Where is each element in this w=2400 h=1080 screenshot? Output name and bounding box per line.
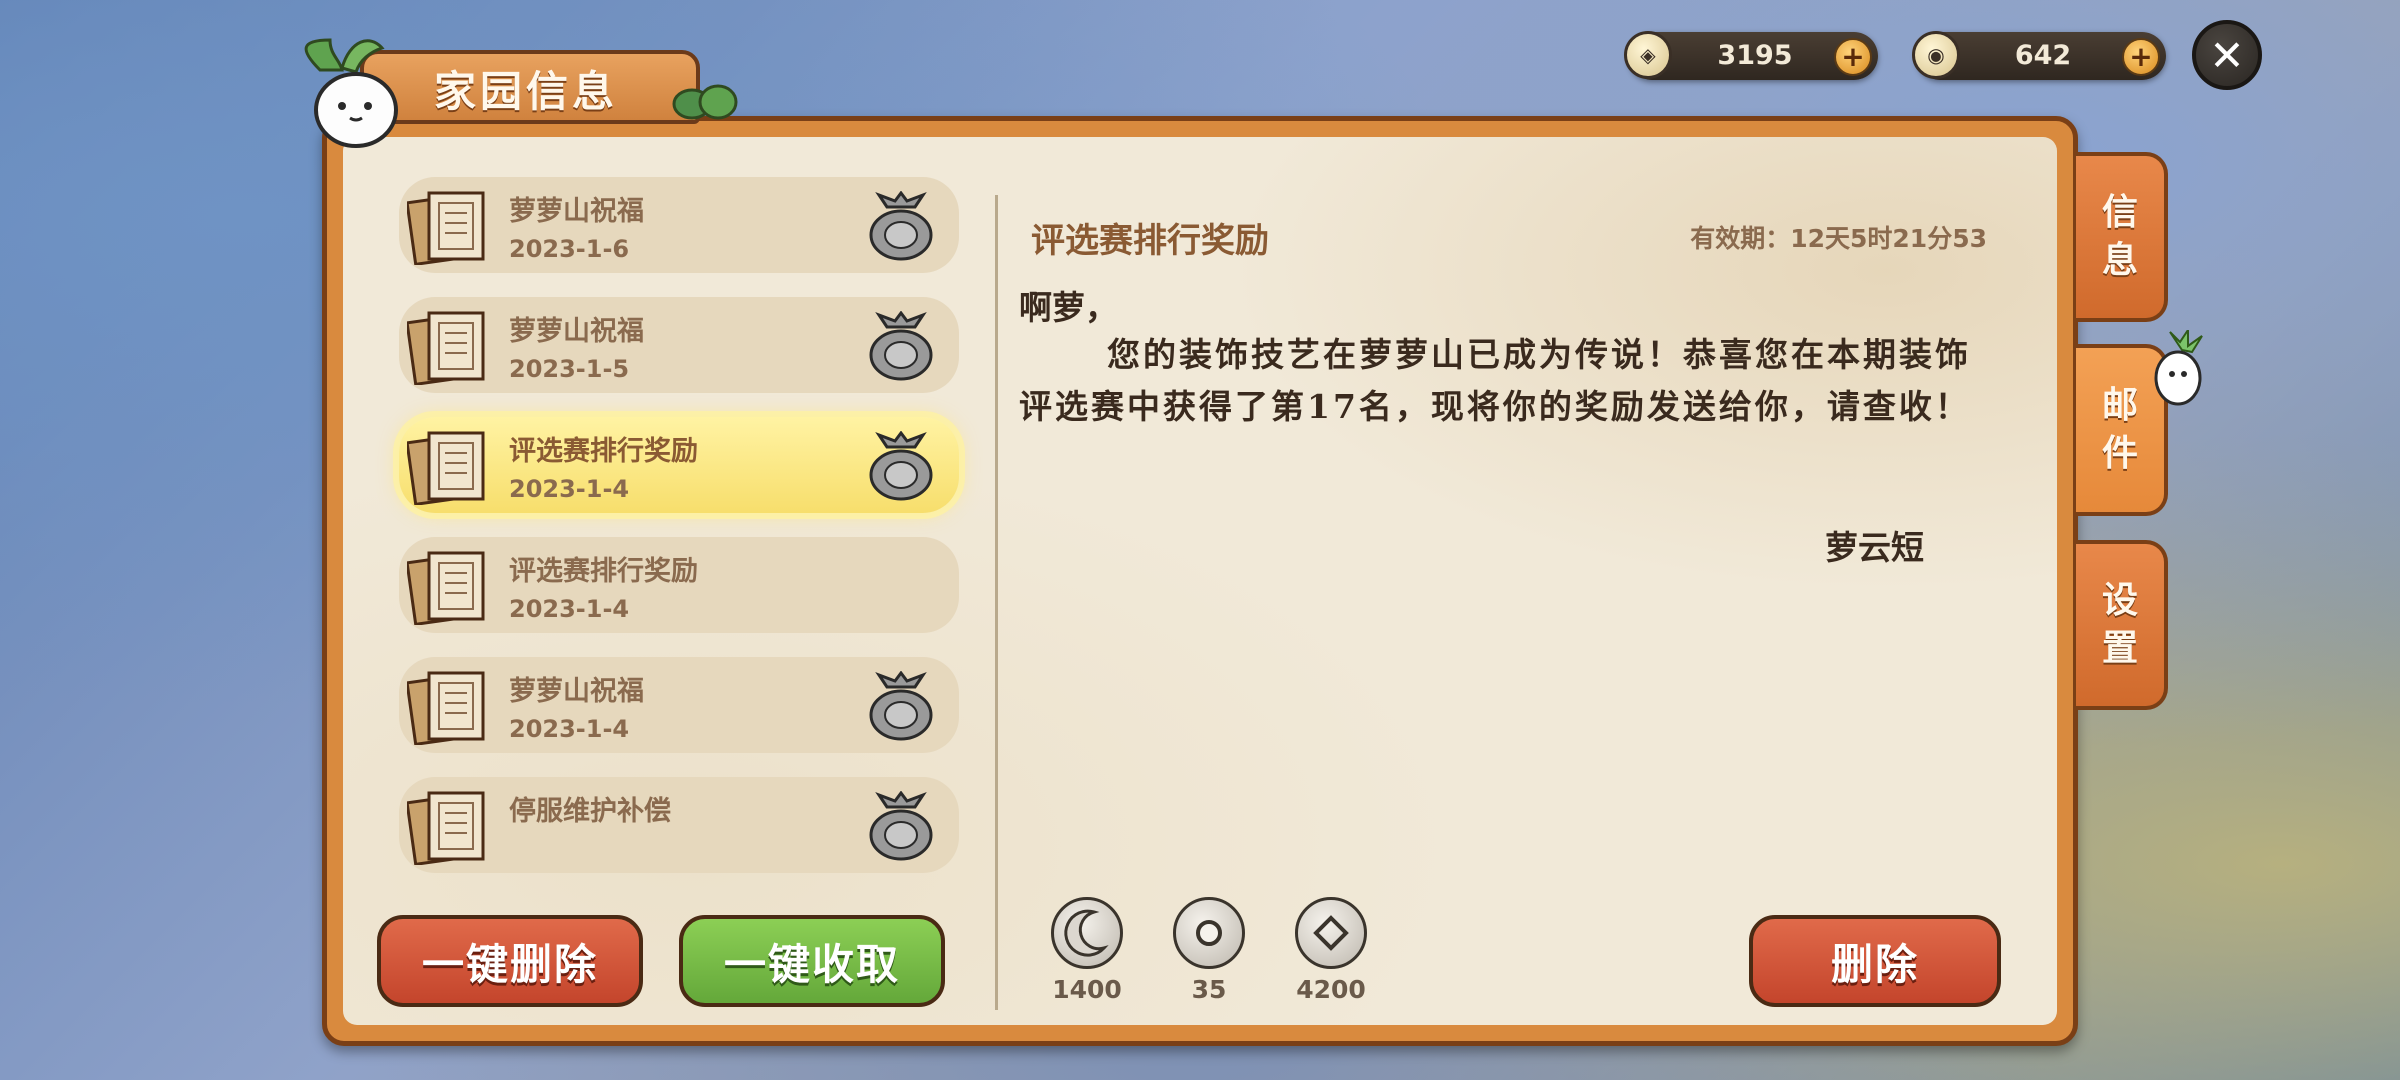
letter-icon	[407, 551, 485, 625]
mail-list-item[interactable]: 停服维护补偿	[399, 777, 959, 873]
radish-mascot-small	[2154, 330, 2203, 406]
tab-info[interactable]: 信 息	[2076, 152, 2168, 322]
coin-icon	[1295, 897, 1367, 969]
reward-amount: 35	[1191, 975, 1227, 1004]
close-button[interactable]: ✕	[2192, 20, 2262, 90]
reward-item[interactable]: 4200	[1281, 897, 1381, 1004]
tab-settings[interactable]: 设 置	[2076, 540, 2168, 710]
mail-item-date: 2023-1-5	[509, 355, 630, 383]
expiry-text: 有效期：12天5时21分53	[1690, 224, 1987, 253]
tab-label: 件	[2101, 433, 2138, 474]
coin-value: 3195	[1717, 40, 1793, 71]
tab-label: 设	[2101, 580, 2138, 621]
tab-label: 息	[2101, 240, 2138, 281]
tab-label: 置	[2101, 628, 2138, 669]
mail-item-date: 2023-1-6	[509, 235, 630, 263]
jade-coin-icon	[1173, 897, 1245, 969]
mail-item-title: 萝萝山祝福	[509, 676, 644, 707]
moon-icon	[1051, 897, 1123, 969]
mail-list-item[interactable]: 评选赛排行奖励 2023-1-4	[399, 417, 959, 513]
gift-bag-icon	[869, 431, 933, 501]
divider	[995, 195, 998, 1010]
add-jade-button[interactable]: +	[2122, 38, 2160, 76]
close-icon: ✕	[2209, 30, 2245, 80]
letter-icon	[407, 191, 485, 265]
coin-icon: ◈	[1624, 31, 1672, 79]
jade-coin-icon: ◉	[1912, 31, 1960, 79]
main-panel: 萝萝山祝福 2023-1-6 萝萝山祝福 2023-1-5 评选赛排行奖励 2023-1-…	[322, 116, 2078, 1046]
reward-item[interactable]: 1400	[1037, 897, 1137, 1004]
mail-item-title: 停服维护补偿	[509, 796, 671, 827]
delete-button[interactable]: 删除	[1749, 915, 2001, 1007]
reward-amount: 4200	[1296, 975, 1366, 1004]
delete-all-button[interactable]: 一键删除	[377, 915, 643, 1007]
coin-counter: ◈ 3195 +	[1624, 31, 1878, 80]
sprout-decoration	[672, 84, 738, 120]
gift-bag-icon	[869, 311, 933, 381]
letter-icon	[407, 791, 485, 865]
gift-bag-icon	[869, 191, 933, 261]
letter-icon	[407, 431, 485, 505]
gift-bag-icon	[869, 791, 933, 861]
mail-item-title: 评选赛排行奖励	[509, 556, 698, 587]
reward-amount: 1400	[1052, 975, 1122, 1004]
mail-signature: 萝云短	[1825, 528, 1924, 567]
mail-list-item[interactable]: 萝萝山祝福 2023-1-5	[399, 297, 959, 393]
mail-list[interactable]: 萝萝山祝福 2023-1-6 萝萝山祝福 2023-1-5 评选赛排行奖励 2023-1-…	[343, 137, 993, 945]
tab-label: 邮	[2101, 385, 2138, 426]
jade-counter: ◉ 642 +	[1912, 31, 2166, 80]
gift-bag-icon	[869, 671, 933, 741]
mail-item-title: 萝萝山祝福	[509, 316, 644, 347]
tab-label: 信	[2101, 192, 2138, 233]
mail-item-title: 萝萝山祝福	[509, 196, 644, 227]
mail-item-date: 2023-1-4	[509, 715, 630, 743]
radish-mascot	[304, 38, 398, 148]
mail-greeting: 啊萝，	[1019, 288, 1118, 327]
letter-icon	[407, 311, 485, 385]
page-title: 家园信息	[434, 67, 619, 116]
mail-item-date: 2023-1-4	[509, 475, 630, 503]
mail-list-item[interactable]: 萝萝山祝福 2023-1-4	[399, 657, 959, 753]
jade-value: 642	[2014, 40, 2072, 71]
reward-item[interactable]: 35	[1159, 897, 1259, 1004]
add-coins-button[interactable]: +	[1834, 38, 1872, 76]
mail-list-item[interactable]: 萝萝山祝福 2023-1-6	[399, 177, 959, 273]
mail-item-title: 评选赛排行奖励	[509, 436, 698, 467]
mail-item-date: 2023-1-4	[509, 595, 630, 623]
paper-background: 萝萝山祝福 2023-1-6 萝萝山祝福 2023-1-5 评选赛排行奖励 2023-1-…	[343, 137, 2057, 1025]
collect-all-button[interactable]: 一键收取	[679, 915, 945, 1007]
mail-body: 您的装饰技艺在萝萝山已成为传说！恭喜您在本期装饰评选赛中获得了第17名，现将你的…	[1019, 335, 1971, 426]
mail-list-item[interactable]: 评选赛排行奖励 2023-1-4	[399, 537, 959, 633]
letter-icon	[407, 671, 485, 745]
mail-title: 评选赛排行奖励	[1031, 221, 1269, 261]
